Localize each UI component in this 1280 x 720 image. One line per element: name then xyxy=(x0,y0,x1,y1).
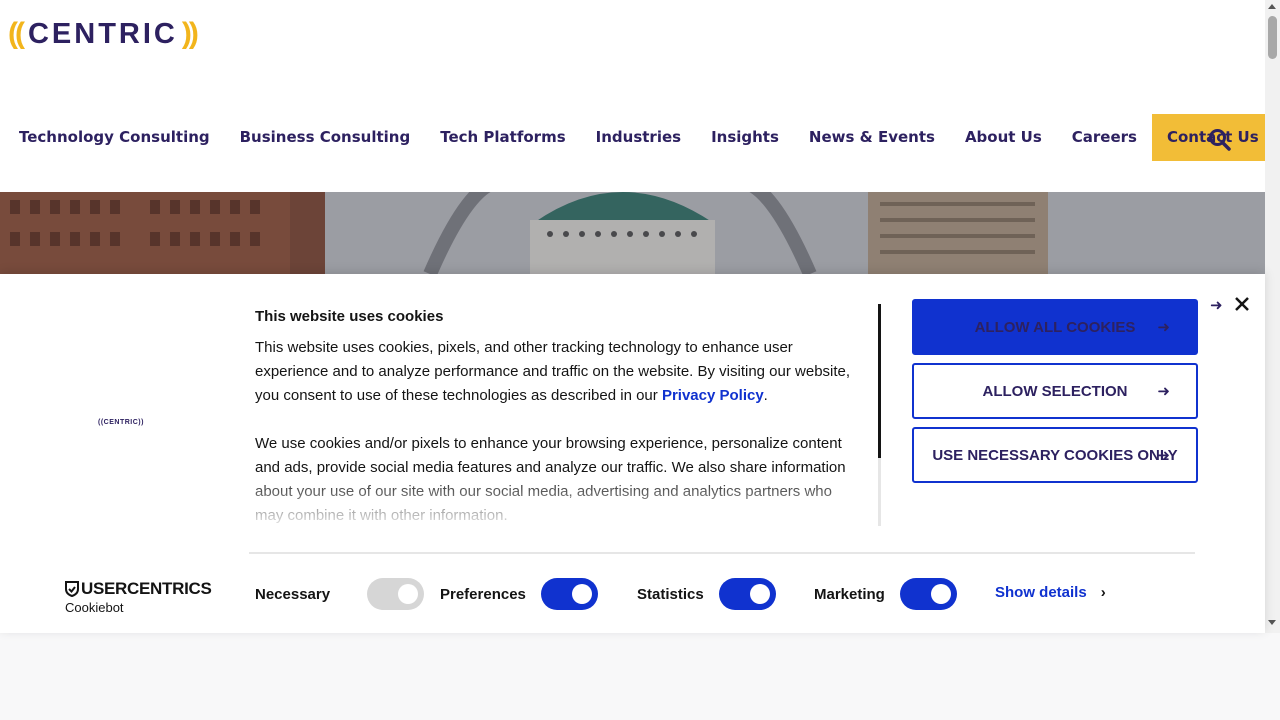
consent-statistics: Statistics xyxy=(637,577,776,611)
chevron-right-icon: › xyxy=(1100,584,1106,601)
consent-necessary-label: Necessary xyxy=(255,585,331,603)
allow-selection-button[interactable]: ALLOW SELECTION ➜ xyxy=(912,363,1198,419)
hero-image xyxy=(0,192,1265,274)
consent-statistics-label: Statistics xyxy=(637,585,704,603)
nav-business-consulting[interactable]: Business Consulting xyxy=(225,114,426,161)
cookiebot-label: Cookiebot xyxy=(65,600,124,615)
logo-word: CENTRIC xyxy=(27,18,178,50)
scrollbar-thumb[interactable] xyxy=(1268,16,1277,59)
consent-preferences-label: Preferences xyxy=(440,585,526,603)
scroll-down-arrow-icon[interactable] xyxy=(1268,620,1276,625)
consent-necessary: Necessary xyxy=(255,577,425,611)
cookie-brand-logo: ((CENTRIC)) xyxy=(98,419,144,426)
arrow-right-icon[interactable]: ➜ xyxy=(1210,296,1223,314)
scroll-up-arrow-icon[interactable] xyxy=(1268,4,1276,9)
nav-about-us[interactable]: About Us xyxy=(950,114,1057,161)
search-icon[interactable] xyxy=(1207,127,1233,153)
cookie-title: This website uses cookies xyxy=(255,308,444,325)
allow-selection-label: ALLOW SELECTION xyxy=(982,382,1128,400)
privacy-policy-link[interactable]: Privacy Policy xyxy=(662,387,764,404)
centric-logo[interactable]: (( CENTRIC )) xyxy=(8,17,199,51)
cookie-brand-logo-text: ((CENTRIC)) xyxy=(98,419,144,426)
page-scrollbar[interactable] xyxy=(1265,0,1280,633)
nav-tech-platforms[interactable]: Tech Platforms xyxy=(425,114,580,161)
allow-all-cookies-button[interactable]: ALLOW ALL COOKIES ➜ xyxy=(912,299,1198,355)
cookie-consent-dialog: ((CENTRIC)) This website uses cookies Th… xyxy=(0,274,1265,633)
text-fade-overlay xyxy=(255,474,855,526)
arrow-right-icon: ➜ xyxy=(1157,447,1170,464)
statistics-toggle[interactable] xyxy=(718,578,776,610)
consent-marketing-label: Marketing xyxy=(814,585,885,603)
marketing-toggle[interactable] xyxy=(899,578,957,610)
main-nav: Technology Consulting Business Consultin… xyxy=(0,114,1274,161)
nav-careers[interactable]: Careers xyxy=(1057,114,1152,161)
consent-preferences: Preferences xyxy=(440,577,598,611)
logo-paren-left: (( xyxy=(8,17,25,50)
show-details-label: Show details xyxy=(995,584,1087,601)
usercentrics-brand: USERCENTRICS xyxy=(65,579,212,599)
arrow-right-icon: ➜ xyxy=(1157,319,1170,336)
nav-news-events[interactable]: News & Events xyxy=(794,114,950,161)
usercentrics-logo[interactable]: USERCENTRICS Cookiebot xyxy=(65,579,212,615)
logo-paren-right: )) xyxy=(181,17,199,50)
usercentrics-brand-text: USERCENTRICS xyxy=(81,579,212,598)
show-details-link[interactable]: Show details › xyxy=(995,584,1106,601)
preferences-toggle[interactable] xyxy=(540,578,598,610)
consent-marketing: Marketing xyxy=(814,577,957,611)
divider xyxy=(249,552,1195,554)
cookie-paragraph-1-end: . xyxy=(763,387,768,404)
arrow-right-icon: ➜ xyxy=(1157,383,1170,400)
nav-technology-consulting[interactable]: Technology Consulting xyxy=(0,114,225,161)
cookie-paragraph-1: This website uses cookies, pixels, and o… xyxy=(255,336,855,408)
site-header: (( CENTRIC )) Technology Consulting Busi… xyxy=(0,0,1274,192)
allow-all-cookies-label: ALLOW ALL COOKIES xyxy=(974,318,1136,336)
nav-insights[interactable]: Insights xyxy=(696,114,794,161)
necessary-cookies-only-button[interactable]: USE NECESSARY COOKIES ONLY ➜ xyxy=(912,427,1198,483)
nav-industries[interactable]: Industries xyxy=(581,114,696,161)
close-icon[interactable] xyxy=(1232,294,1252,314)
necessary-cookies-only-label: USE NECESSARY COOKIES ONLY xyxy=(932,446,1178,464)
shield-icon xyxy=(65,581,79,597)
description-scroll-thumb[interactable] xyxy=(878,304,881,458)
necessary-toggle xyxy=(367,578,425,610)
